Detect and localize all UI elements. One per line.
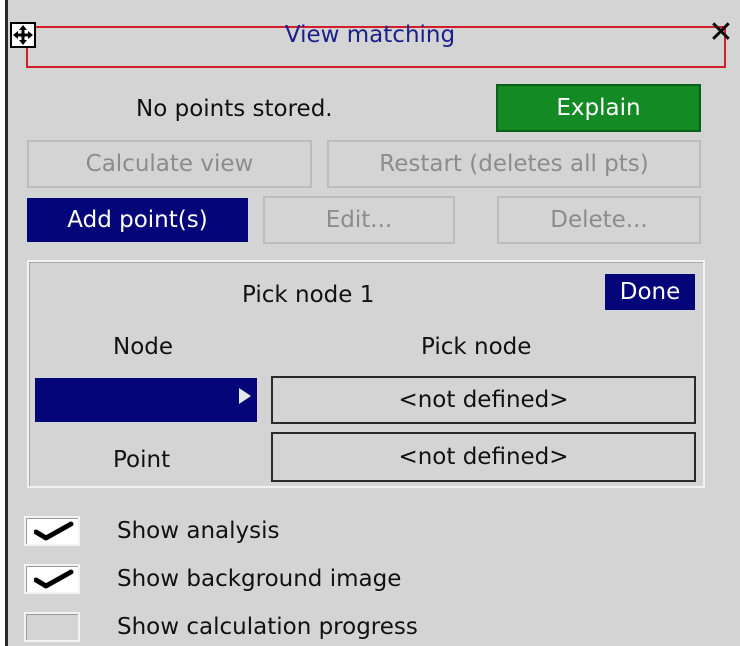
window-title: View matching	[284, 22, 456, 48]
checkmark-icon	[34, 569, 74, 589]
show-analysis-label: Show analysis	[117, 518, 280, 544]
point-label: Point	[113, 447, 171, 473]
node-label: Node	[113, 334, 174, 360]
done-button[interactable]: Done	[605, 274, 695, 310]
calculate-view-button[interactable]: Calculate view	[27, 140, 312, 188]
status-message: No points stored.	[136, 96, 333, 122]
pick-node-field[interactable]: <not defined>	[271, 376, 696, 424]
show-background-image-checkbox[interactable]	[24, 564, 80, 594]
show-background-image-label: Show background image	[117, 566, 402, 592]
arrow-right-icon	[239, 388, 251, 404]
explain-button[interactable]: Explain	[496, 84, 701, 132]
show-analysis-checkbox[interactable]	[24, 516, 80, 546]
edit-button[interactable]: Edit...	[263, 196, 455, 244]
checkmark-icon	[34, 521, 74, 541]
point-field[interactable]: <not defined>	[271, 432, 696, 482]
show-calculation-progress-label: Show calculation progress	[117, 614, 418, 640]
node-input[interactable]	[35, 378, 257, 422]
pick-node-label: Pick node	[421, 334, 532, 360]
restart-button[interactable]: Restart (deletes all pts)	[327, 140, 701, 188]
show-calculation-progress-checkbox[interactable]	[24, 612, 80, 642]
delete-button[interactable]: Delete...	[497, 196, 701, 244]
window-left-edge	[0, 0, 8, 646]
move-icon[interactable]	[10, 22, 36, 48]
add-points-button[interactable]: Add point(s)	[27, 198, 248, 242]
pick-node-heading: Pick node 1	[242, 282, 375, 308]
close-icon[interactable]: ✕	[706, 18, 736, 48]
